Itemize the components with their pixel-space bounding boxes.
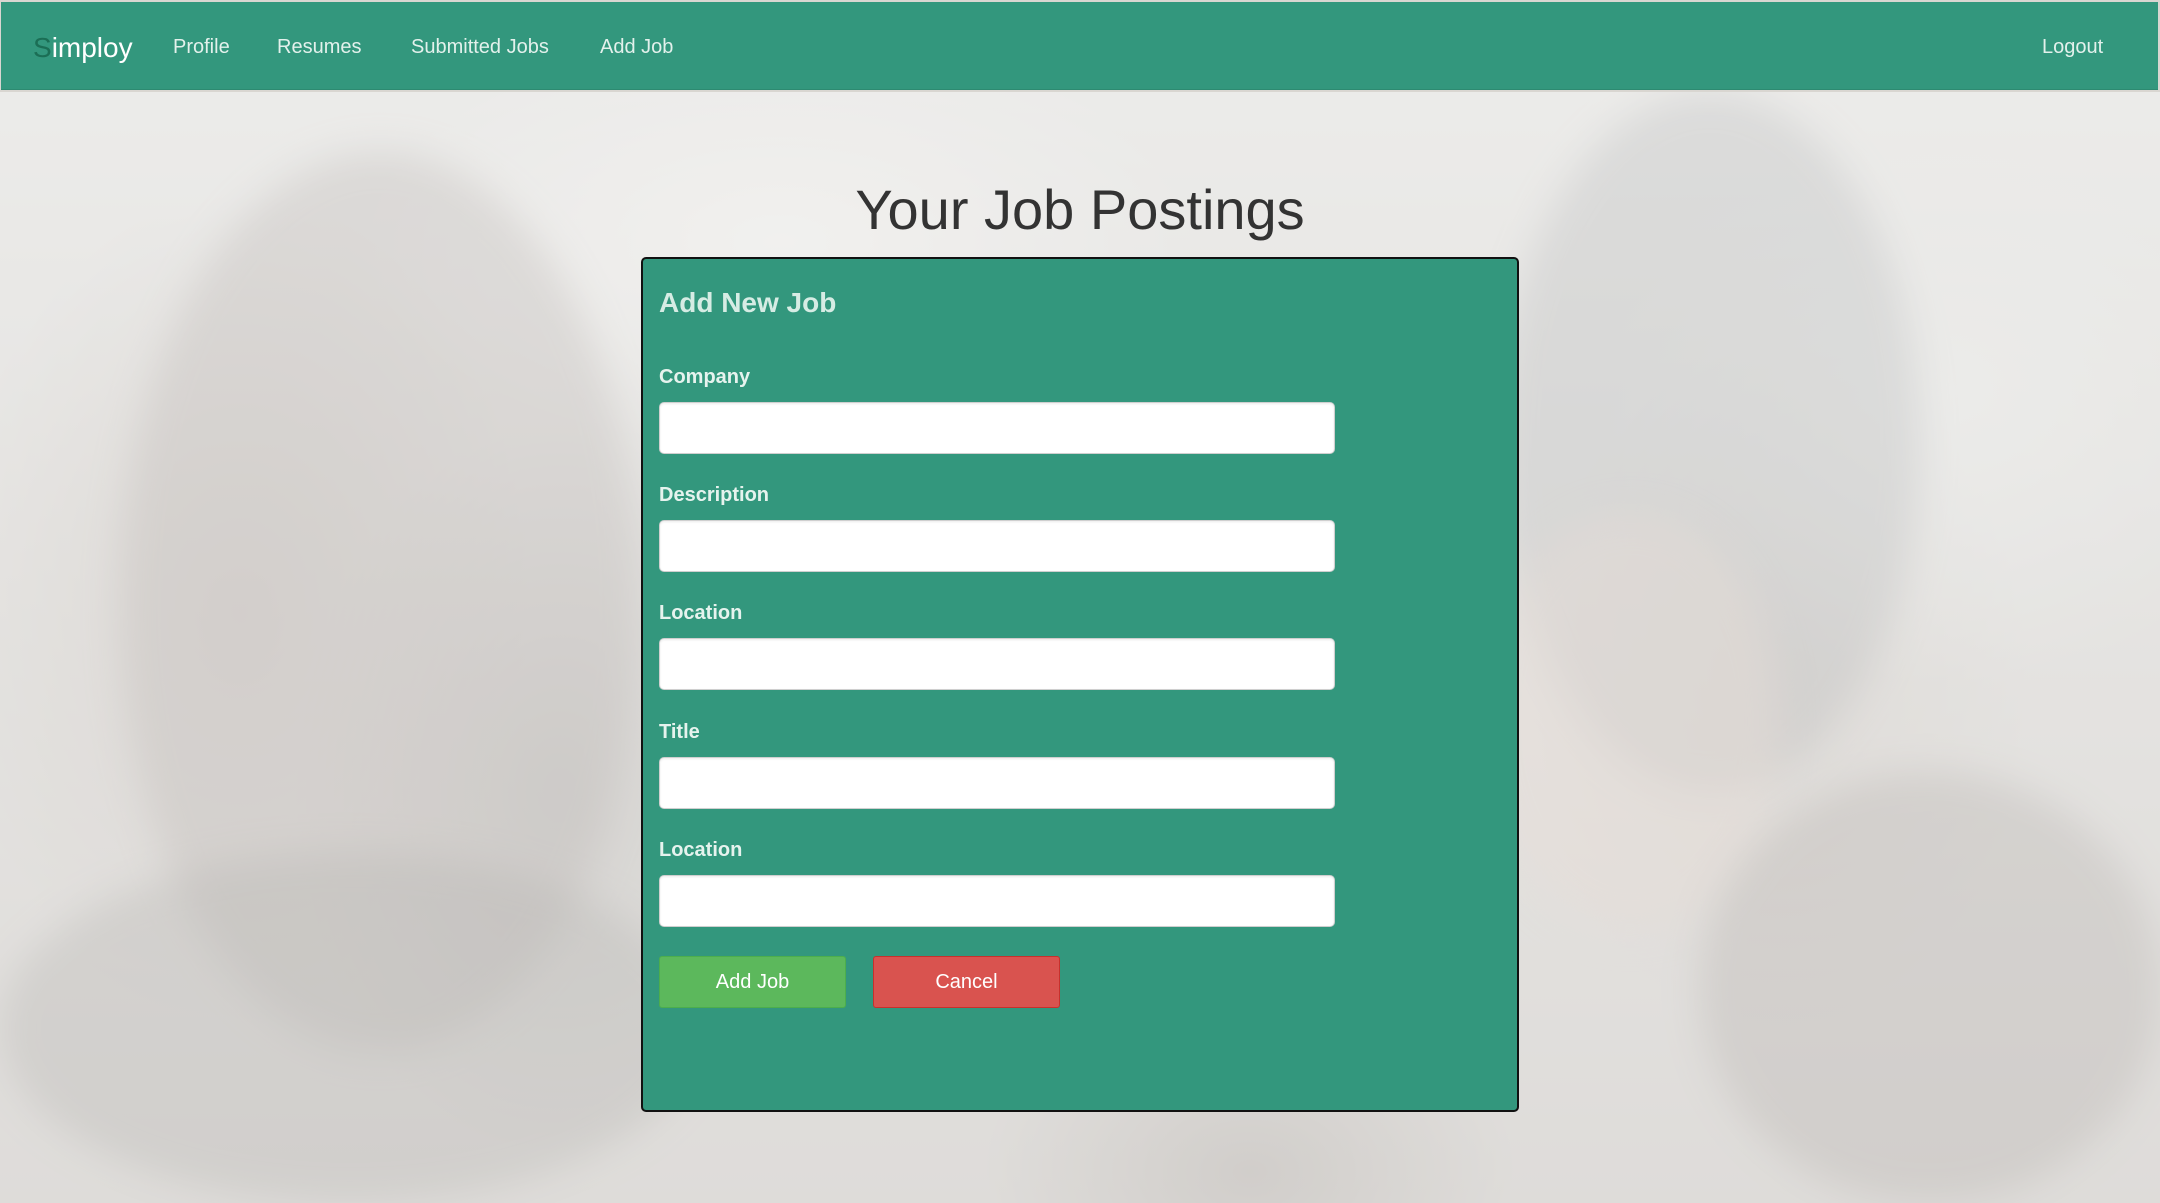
company-label: Company [659, 366, 751, 388]
brand-logo[interactable]: Simploy [33, 32, 133, 64]
description-label: Description [659, 484, 770, 506]
location-2-label: Location [659, 839, 743, 861]
nav-link-add-job[interactable]: Add Job [600, 35, 673, 59]
page-title: Your Job Postings [855, 178, 1305, 241]
description-input[interactable] [659, 520, 1335, 572]
brand-first-letter: S [33, 32, 52, 63]
location-label: Location [659, 602, 743, 624]
nav-link-resumes[interactable]: Resumes [277, 35, 361, 59]
title-label: Title [659, 721, 700, 743]
brand-name: imploy [51, 32, 133, 63]
add-job-button[interactable]: Add Job [659, 956, 846, 1008]
location-2-input[interactable] [659, 875, 1335, 927]
top-navbar: Simploy Profile Resumes Submitted Jobs A… [1, 2, 2158, 90]
add-job-form: Add New Job Company Description Location… [641, 257, 1519, 1112]
form-title: Add New Job [659, 287, 837, 318]
nav-link-profile[interactable]: Profile [173, 35, 230, 59]
nav-link-submitted-jobs[interactable]: Submitted Jobs [411, 35, 549, 59]
cancel-button[interactable]: Cancel [873, 956, 1060, 1008]
logout-link[interactable]: Logout [2042, 35, 2103, 59]
title-input[interactable] [659, 757, 1335, 809]
location-input[interactable] [659, 638, 1335, 690]
company-input[interactable] [659, 402, 1335, 454]
